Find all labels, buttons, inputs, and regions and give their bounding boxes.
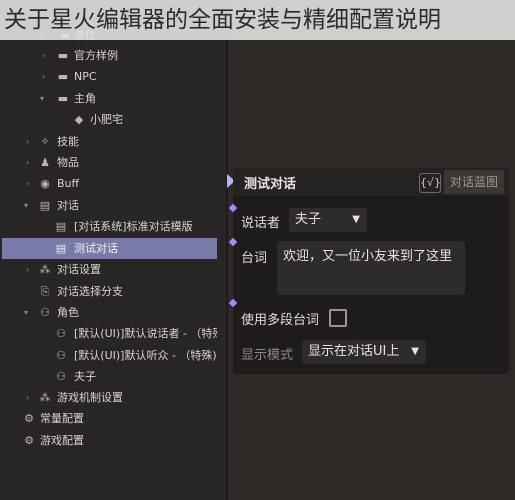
tree-item-npc[interactable]: › ▬ NPC (2, 66, 217, 87)
gear-icon: ⚙ (24, 434, 34, 447)
tree-item-official-samples[interactable]: › ▬ 官方样例 (2, 45, 217, 66)
tree-item-label: 游戏配置 (40, 434, 84, 447)
dialog-icon: ▤ (55, 242, 67, 255)
chevron-right-icon[interactable]: › (26, 387, 29, 408)
tree-item-dialog-settings[interactable]: › ⁂ 对话设置 (2, 259, 217, 280)
speaker-value: 夫子 (295, 212, 322, 227)
tree-item-test-dialog[interactable]: ▤ 测试对话 (2, 238, 217, 259)
multi-line-label: 使用多段台词 (241, 313, 320, 328)
item-icon: ♟ (40, 156, 50, 169)
tree-item-label: 角色 (57, 306, 79, 319)
settings-icon: ⁂ (39, 391, 51, 404)
tree-item-characters[interactable]: ▾ ⚇ 角色 (2, 302, 217, 323)
tree-item-fuzi[interactable]: ⚇ 夫子 (2, 366, 217, 387)
tree-item-label: 物品 (57, 156, 79, 169)
tree-item-label: 游戏机制设置 (57, 391, 123, 404)
sidebar-tree: ▾ ▬ 单位 › ▬ 官方样例 › ▬ NPC ▾ ▬ 主角 ◆ 小肥宅 › ✧… (0, 0, 226, 500)
display-mode-dropdown[interactable]: 显示在对话UI上 ▼ (302, 340, 426, 364)
tree-item-label: [默认(UI)]默认说话者 - （特殊... (74, 327, 217, 340)
tree-item-protagonist[interactable]: ▾ ▬ 主角 (2, 88, 217, 109)
chevron-right-icon[interactable]: › (42, 66, 45, 87)
tree-item-standard-dialog-template[interactable]: ▤ [对话系统]标准对话模版 (2, 216, 217, 237)
dialog-icon: ▤ (39, 199, 51, 212)
display-mode-label: 显示模式 (241, 348, 294, 363)
tree-item-label: 夫子 (74, 370, 96, 383)
node-title: 测试对话 (244, 177, 297, 192)
display-mode-value: 显示在对话UI上 (308, 344, 400, 359)
tree-item-label: [对话系统]标准对话模版 (74, 220, 193, 233)
chevron-right-icon[interactable]: › (26, 173, 29, 194)
chevron-right-icon[interactable]: › (42, 45, 45, 66)
tree-item-game-mechanics[interactable]: › ⁂ 游戏机制设置 (2, 387, 217, 408)
chevron-down-icon[interactable]: ▾ (40, 88, 44, 109)
multi-line-checkbox[interactable] (329, 309, 347, 327)
buff-icon: ◉ (40, 177, 50, 190)
speaker-dropdown[interactable]: 夫子 ▼ (289, 208, 367, 232)
caret-down-icon: ▼ (352, 214, 360, 225)
folder-icon: ▬ (57, 70, 69, 83)
line-textarea[interactable]: 欢迎，又一位小友来到了这里 (277, 241, 465, 295)
tree-item-default-speaker[interactable]: ⚇ [默认(UI)]默认说话者 - （特殊... (2, 323, 217, 344)
folder-icon: ▬ (57, 49, 69, 62)
tree-item-label: 小肥宅 (90, 113, 123, 126)
folder-icon: ▬ (57, 92, 69, 105)
dialog-blueprint-button[interactable]: 对话蓝图 (444, 170, 504, 194)
users-icon: ⚇ (56, 370, 66, 383)
node-header[interactable]: 测试对话 {√} 对话蓝图 (233, 168, 509, 197)
chevron-right-icon[interactable]: › (26, 259, 29, 280)
page-title: 关于星火编辑器的全面安装与精细配置说明 (0, 0, 515, 40)
caret-down-icon: ▼ (411, 346, 419, 357)
tree-item-default-listener[interactable]: ⚇ [默认(UI)]默认听众 - （特殊) (2, 345, 217, 366)
tree-item-items[interactable]: › ♟ 物品 (2, 152, 217, 173)
chevron-down-icon[interactable]: ▾ (24, 302, 28, 323)
chevron-right-icon[interactable]: › (26, 152, 29, 173)
tree-item-label: 技能 (57, 135, 79, 148)
dialog-node[interactable]: 测试对话 {√} 对话蓝图 说话者 夫子 ▼ 台词 欢迎，又一位小友来到了这里 … (227, 168, 509, 374)
tree-item-label: 对话设置 (57, 263, 101, 276)
dialog-icon: ▤ (55, 220, 67, 233)
chevron-down-icon[interactable]: ▾ (24, 195, 28, 216)
tree-item-label: 常量配置 (40, 412, 84, 425)
tree-item-label: NPC (74, 70, 97, 83)
tree-item-label: Buff (57, 177, 80, 190)
speaker-label: 说话者 (241, 216, 281, 231)
tree-item-dialog-branch[interactable]: ⎘ 对话选择分支 (2, 281, 217, 302)
tree-item-game-config[interactable]: ⚙ 游戏配置 (2, 430, 217, 451)
line-label: 台词 (241, 251, 268, 266)
users-icon: ⚇ (56, 349, 66, 362)
tree-item-label: 主角 (74, 92, 96, 105)
skill-icon: ✧ (40, 135, 50, 148)
tree-item-label: 测试对话 (74, 242, 118, 255)
line-value: 欢迎，又一位小友来到了这里 (283, 249, 453, 264)
tree-item-constants[interactable]: ⚙ 常量配置 (2, 408, 217, 429)
tree-item-label: 官方样例 (74, 49, 118, 62)
tree-item-label: 对话选择分支 (57, 285, 123, 298)
validate-icon[interactable]: {√} (419, 173, 441, 193)
settings-icon: ⁂ (39, 263, 51, 276)
tree-item-xiaofeizhai[interactable]: ◆ 小肥宅 (2, 109, 217, 130)
gear-icon: ⚙ (24, 412, 34, 425)
branch-icon: ⎘ (40, 285, 50, 298)
tree-item-buff[interactable]: › ◉ Buff (2, 173, 217, 194)
tree-item-label: 对话 (57, 199, 79, 212)
users-icon: ⚇ (56, 327, 66, 340)
tree-item-label: [默认(UI)]默认听众 - （特殊) (74, 349, 217, 362)
users-icon: ⚇ (40, 306, 50, 319)
cube-icon: ◆ (74, 113, 84, 126)
tree-item-skills[interactable]: › ✧ 技能 (2, 131, 217, 152)
tree-item-dialog[interactable]: ▾ ▤ 对话 (2, 195, 217, 216)
chevron-right-icon[interactable]: › (26, 131, 29, 152)
